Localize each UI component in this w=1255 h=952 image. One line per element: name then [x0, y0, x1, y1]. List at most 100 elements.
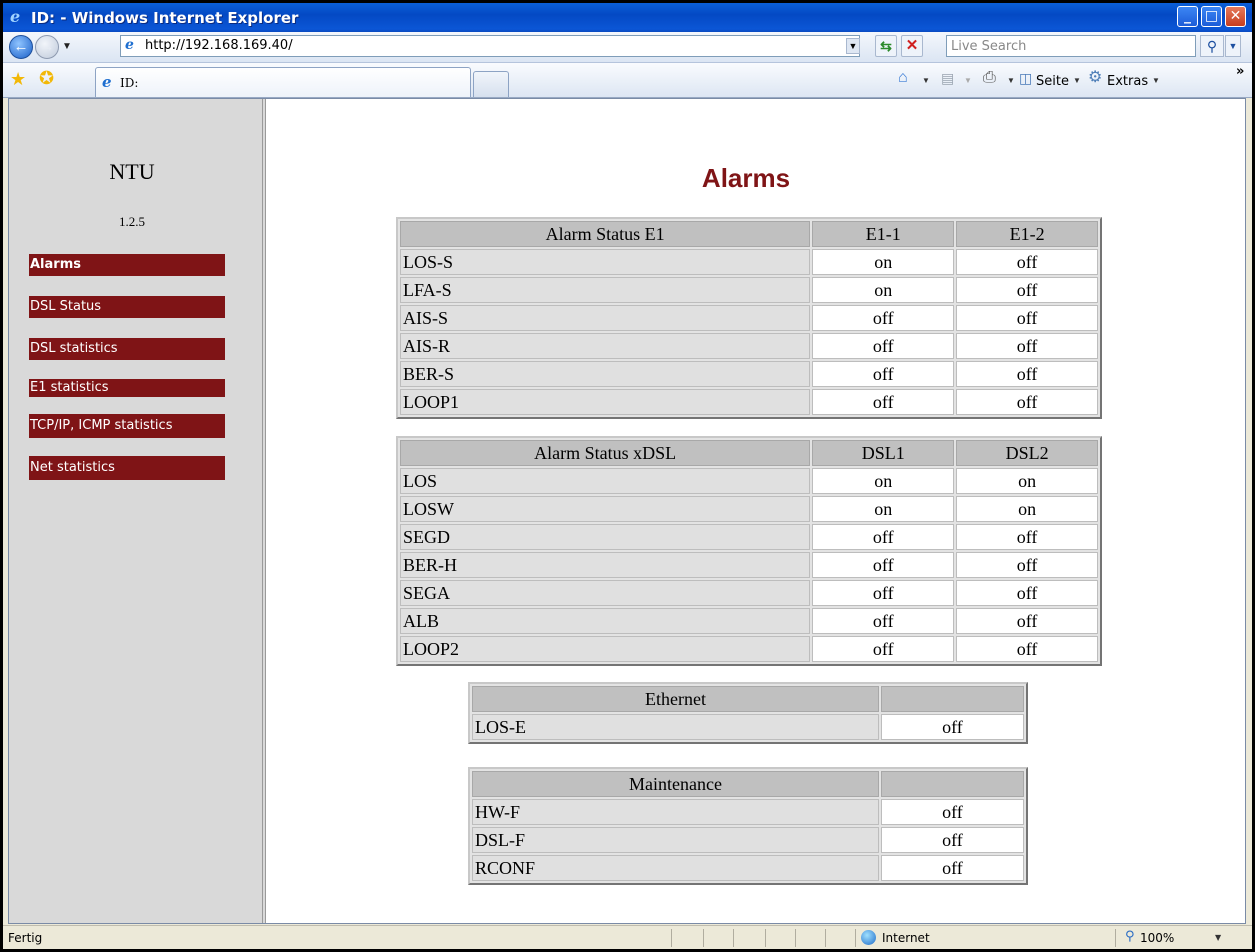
ie-window: e ID: - Windows Internet Explorer _ □ ✕ …: [3, 3, 1252, 949]
alarm-name: LOS-S: [400, 249, 811, 275]
status-divider: [703, 929, 704, 947]
alarm-name: BER-S: [400, 361, 811, 387]
alarm-name: LOS-E: [472, 714, 879, 740]
refresh-button[interactable]: ⇆: [875, 35, 897, 57]
alarm-value: on: [812, 277, 955, 303]
page-content: NTU 1.2.5 Alarms DSL Status DSL statisti…: [8, 98, 1246, 924]
alarm-value: off: [956, 580, 1098, 606]
alarm-name: RCONF: [472, 855, 879, 881]
page-menu-dropdown-icon[interactable]: ▼: [1073, 76, 1081, 85]
minimize-button[interactable]: _: [1177, 6, 1198, 27]
favorites-star-icon[interactable]: ★: [10, 70, 26, 88]
table-row: LOS-S on off: [400, 249, 1098, 275]
nav-net-statistics[interactable]: Net statistics: [29, 456, 225, 480]
nav-alarms[interactable]: Alarms: [29, 254, 225, 276]
column-header: [880, 686, 1024, 712]
toolbar-overflow-icon[interactable]: »: [1236, 64, 1244, 79]
column-header: DSL1: [812, 440, 955, 466]
alarm-status-e1-table: Alarm Status E1 E1-1 E1-2 LOS-S on off LFA…: [396, 217, 1102, 419]
status-divider: [765, 929, 766, 947]
table-row: LOS-E off: [472, 714, 1024, 740]
nav-e1-statistics[interactable]: E1 statistics: [29, 379, 225, 397]
status-divider: [825, 929, 826, 947]
search-options-dropdown-icon[interactable]: ▼: [1225, 35, 1241, 57]
internet-globe-icon: [861, 930, 876, 945]
page-icon: e: [125, 37, 134, 53]
alarm-value: off: [956, 524, 1098, 550]
alarm-name: LOOP1: [400, 389, 811, 415]
tab-label: ID:: [120, 76, 139, 90]
table-header-row: Ethernet: [472, 686, 1024, 712]
device-version: 1.2.5: [119, 214, 145, 229]
alarm-value: off: [956, 333, 1098, 359]
tools-gear-icon[interactable]: ⚙: [1088, 69, 1102, 87]
alarm-value: off: [880, 799, 1024, 825]
column-header: E1-2: [956, 221, 1098, 247]
nav-dsl-status[interactable]: DSL Status: [29, 296, 225, 318]
table-row: DSL-F off: [472, 827, 1024, 853]
new-tab-button[interactable]: [473, 71, 509, 97]
table-row: LOOP1 off off: [400, 389, 1098, 415]
address-field[interactable]: e http://192.168.169.40/: [120, 35, 860, 57]
address-url[interactable]: http://192.168.169.40/: [145, 38, 293, 53]
add-favorites-icon[interactable]: ✪: [39, 69, 54, 87]
home-icon[interactable]: ⌂: [898, 69, 908, 87]
address-toolbar: ← → ▼ e http://192.168.169.40/ ▼ ⇆ ✕ Liv…: [3, 32, 1252, 63]
zoom-level[interactable]: 100%: [1140, 931, 1174, 945]
window-title: ID: - Windows Internet Explorer: [31, 9, 299, 27]
table-row: BER-H off off: [400, 552, 1098, 578]
page-menu-icon[interactable]: ◫: [1019, 69, 1032, 87]
column-header: E1-1: [812, 221, 955, 247]
tab-toolbar: ★ ✪ e ID: ⌂ ▼ ▤ ▼ ⎙ ▼ ◫ Seite ▼ ⚙ Extras…: [3, 63, 1252, 98]
status-bar: Fertig Internet ⚲ 100% ▼: [3, 925, 1252, 949]
table-row: AIS-R off off: [400, 333, 1098, 359]
alarm-value: off: [956, 552, 1098, 578]
maximize-button[interactable]: □: [1201, 6, 1222, 27]
page-title: Alarms: [701, 163, 791, 193]
page-menu-label[interactable]: Seite: [1036, 74, 1069, 89]
column-header: DSL2: [956, 440, 1098, 466]
search-icon[interactable]: ⚲: [1200, 35, 1224, 57]
alarm-name: DSL-F: [472, 827, 879, 853]
table-row: AIS-S off off: [400, 305, 1098, 331]
zoom-dropdown-icon[interactable]: ▼: [1215, 933, 1221, 942]
nav-tcpip-icmp-statistics[interactable]: TCP/IP, ICMP statistics: [29, 414, 225, 438]
print-dropdown-icon[interactable]: ▼: [1007, 76, 1015, 85]
alarm-value: off: [956, 361, 1098, 387]
tab-current[interactable]: e ID:: [95, 67, 471, 97]
table-row: LOOP2 off off: [400, 636, 1098, 662]
alarm-value: off: [812, 636, 955, 662]
back-button[interactable]: ←: [9, 35, 33, 59]
main-panel: Alarms Alarm Status E1 E1-1 E1-2 LOS-S on…: [266, 99, 1245, 923]
home-dropdown-icon[interactable]: ▼: [922, 76, 930, 85]
alarm-value: off: [812, 305, 955, 331]
close-button[interactable]: ✕: [1225, 6, 1246, 27]
forward-button[interactable]: →: [35, 35, 59, 59]
alarm-name: AIS-R: [400, 333, 811, 359]
table-header-row: Alarm Status E1 E1-1 E1-2: [400, 221, 1098, 247]
search-input[interactable]: Live Search: [946, 35, 1196, 57]
alarm-value: off: [812, 361, 955, 387]
feeds-dropdown-icon[interactable]: ▼: [964, 76, 972, 85]
recent-pages-dropdown-icon[interactable]: ▼: [62, 41, 72, 52]
table-row: ALB off off: [400, 608, 1098, 634]
address-dropdown-icon[interactable]: ▼: [846, 38, 860, 54]
status-divider: [733, 929, 734, 947]
alarm-value: off: [956, 636, 1098, 662]
stop-button[interactable]: ✕: [901, 35, 923, 57]
table-row: LOSW on on: [400, 496, 1098, 522]
nav-dsl-statistics[interactable]: DSL statistics: [29, 338, 225, 360]
alarm-value: off: [812, 524, 955, 550]
title-bar[interactable]: e ID: - Windows Internet Explorer _ □ ✕: [3, 3, 1252, 32]
zoom-icon[interactable]: ⚲: [1125, 929, 1135, 944]
security-zone[interactable]: Internet: [882, 931, 930, 945]
alarm-name: HW-F: [472, 799, 879, 825]
table-row: BER-S off off: [400, 361, 1098, 387]
alarm-name: ALB: [400, 608, 811, 634]
tools-menu-dropdown-icon[interactable]: ▼: [1152, 76, 1160, 85]
alarm-value: on: [812, 468, 955, 494]
feeds-icon[interactable]: ▤: [941, 69, 954, 87]
tools-menu-label[interactable]: Extras: [1107, 74, 1148, 89]
alarm-value: off: [812, 608, 955, 634]
print-icon[interactable]: ⎙: [983, 69, 996, 87]
